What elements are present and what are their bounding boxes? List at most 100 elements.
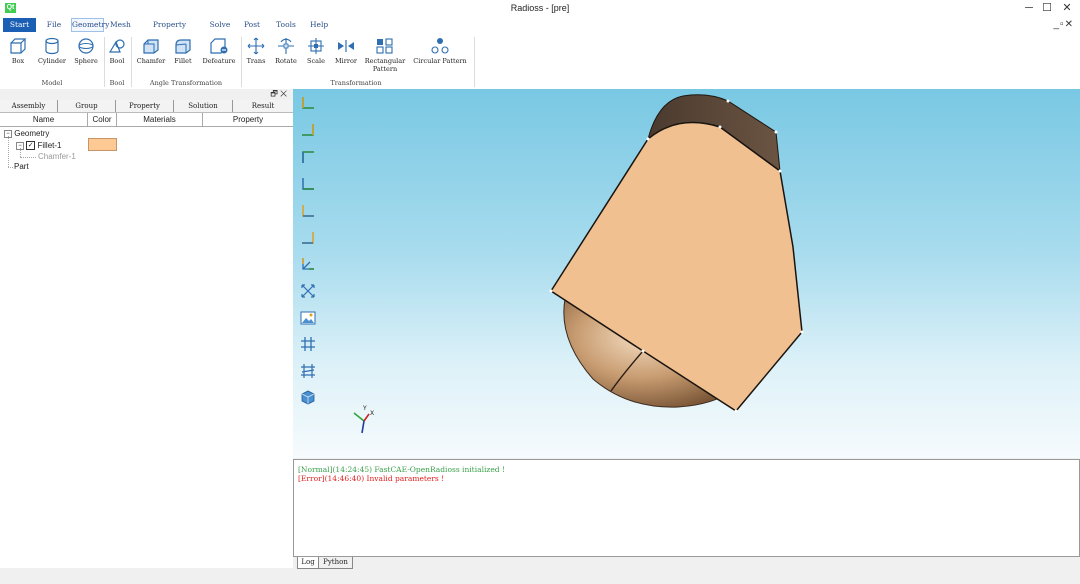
scale-label: Scale	[307, 57, 325, 65]
tab-start[interactable]: Start	[3, 18, 36, 32]
box-label: Box	[11, 57, 25, 65]
log-line-normal: [Normal](14:24:45) FastCAE-OpenRadioss i…	[298, 465, 505, 474]
scale-icon	[308, 38, 324, 54]
tab-geometry[interactable]: Geometry	[71, 18, 109, 32]
bool-button[interactable]: Bool	[106, 37, 128, 65]
tab-tools[interactable]: Tools	[275, 18, 297, 32]
fillet-label: Fillet	[174, 57, 192, 65]
tree-connector	[8, 167, 13, 169]
translate-button[interactable]: Trans	[244, 37, 268, 65]
column-color[interactable]: Color	[88, 113, 117, 126]
log-line-error: [Error](14:46:40) Invalid parameters !	[298, 474, 445, 483]
3d-viewport[interactable]: Y X	[293, 89, 1080, 458]
tab-property-analysis[interactable]: Property Analysis	[137, 18, 202, 43]
close-button[interactable]: ✕	[1056, 1, 1078, 16]
vertex	[734, 409, 738, 413]
group-separator	[241, 37, 242, 87]
tree-connector	[8, 136, 10, 167]
tree-item-fillet[interactable]: − ✓ Fillet-1	[16, 141, 62, 151]
rectangular-pattern-label: Rectangular	[364, 57, 406, 65]
tree-header: Name Color Materials Property	[0, 113, 293, 127]
translate-label: Trans	[246, 57, 266, 65]
rectangular-pattern-label-2: Pattern	[372, 65, 398, 73]
column-materials[interactable]: Materials	[117, 113, 203, 126]
mdi-window-controls[interactable]: _▫✕	[1054, 19, 1075, 30]
tab-mesh[interactable]: Mesh	[110, 18, 131, 32]
axis-triad-icon: Y X	[353, 405, 374, 434]
fillet-button[interactable]: Fillet	[170, 37, 196, 65]
model-geometry[interactable]	[293, 89, 1080, 458]
rotate-button[interactable]: Rotate	[273, 37, 299, 65]
chamfer-button[interactable]: Chamfer	[136, 37, 166, 65]
circular-pattern-icon	[431, 38, 449, 54]
model-tree-panel: 🗗 ✕ Assembly Group Property Solution Res…	[0, 89, 293, 568]
rectangular-pattern-button[interactable]: Rectangular Pattern	[363, 37, 407, 73]
tree-item-geometry[interactable]: − Geometry	[4, 129, 49, 138]
vertex	[800, 330, 804, 334]
console-log[interactable]: [Normal](14:24:45) FastCAE-OpenRadioss i…	[293, 459, 1080, 557]
axis-label-y: Y	[362, 405, 367, 412]
mirror-button[interactable]: Mirror	[333, 37, 359, 65]
vertex	[646, 137, 650, 141]
ribbon-toolbar: Box Cylinder Sphere Bool Chamfer Fillet …	[0, 33, 1080, 90]
rotate-label: Rotate	[275, 57, 297, 65]
vertex	[549, 289, 553, 293]
defeature-icon	[210, 38, 228, 54]
chamfer-label: Chamfer	[136, 57, 166, 65]
bool-label: Bool	[109, 57, 125, 65]
panel-tabs: Assembly Group Property Solution Result	[0, 100, 293, 113]
tab-help[interactable]: Help	[310, 18, 328, 32]
tree-item-chamfer[interactable]: Chamfer-1	[38, 152, 76, 161]
tab-file[interactable]: File	[44, 18, 64, 32]
tab-solve[interactable]: Solve	[209, 18, 231, 32]
vertex	[774, 130, 778, 134]
rectangular-pattern-icon	[376, 38, 393, 54]
tree-item-label: Geometry	[14, 129, 50, 138]
circular-pattern-button[interactable]: Circular Pattern	[410, 37, 470, 65]
box-button[interactable]: Box	[5, 37, 31, 65]
tab-python[interactable]: Python	[318, 557, 353, 569]
vertex	[718, 125, 722, 129]
sphere-label: Sphere	[74, 57, 98, 65]
circular-pattern-label: Circular Pattern	[413, 57, 467, 65]
group-label-model: Model	[41, 79, 63, 87]
tab-result[interactable]: Result	[233, 100, 293, 112]
tab-property[interactable]: Property	[116, 100, 174, 112]
vertex	[726, 99, 730, 103]
visibility-checkbox[interactable]: ✓	[26, 141, 36, 151]
mirror-icon	[338, 40, 354, 52]
color-swatch[interactable]	[88, 138, 117, 151]
tree-item-part[interactable]: Part	[14, 162, 29, 171]
column-property[interactable]: Property	[203, 113, 293, 126]
defeature-label: Defeature	[202, 57, 236, 65]
tab-assembly[interactable]: Assembly	[0, 100, 58, 112]
column-name[interactable]: Name	[0, 113, 88, 126]
cylinder-button[interactable]: Cylinder	[35, 37, 69, 65]
group-label-transformation: Transformation	[330, 79, 382, 87]
tab-post[interactable]: Post	[243, 18, 261, 32]
maximize-button[interactable]: ☐	[1036, 1, 1058, 16]
group-label-angle-transformation: Angle Transformation	[149, 79, 223, 87]
group-label-bool: Bool	[109, 79, 125, 87]
sphere-button[interactable]: Sphere	[72, 37, 100, 65]
fillet-icon	[175, 39, 191, 54]
menu-bar: Start File Geometry Mesh Property Analys…	[0, 17, 1080, 43]
mirror-label: Mirror	[335, 57, 357, 65]
bool-icon	[108, 39, 125, 53]
translate-icon	[247, 37, 265, 55]
tree-item-label: Fillet-1	[37, 141, 62, 150]
tab-log[interactable]: Log	[297, 557, 319, 569]
tab-solution[interactable]: Solution	[174, 100, 233, 112]
title-bar: Qt Radioss - [pre] ─ ☐ ✕	[0, 0, 1080, 17]
window-title: Radioss - [pre]	[510, 3, 570, 13]
scale-button[interactable]: Scale	[304, 37, 328, 65]
console-tabs: Log Python	[293, 557, 1080, 569]
chamfer-icon	[143, 39, 159, 54]
sphere-icon	[78, 38, 94, 54]
box-icon	[10, 38, 27, 54]
defeature-button[interactable]: Defeature	[201, 37, 237, 65]
tab-group[interactable]: Group	[58, 100, 116, 112]
vertex	[778, 169, 782, 173]
group-separator	[474, 37, 475, 87]
group-separator	[131, 37, 132, 87]
